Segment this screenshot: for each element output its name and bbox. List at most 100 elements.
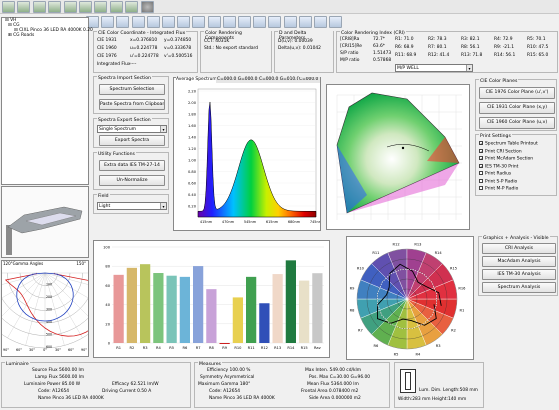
cie-coordinate-group: CIE Color Coordinate - Integrated Flux C… [93, 31, 198, 73]
sensor-icon[interactable] [109, 1, 123, 13]
sensor-icon[interactable] [48, 1, 62, 13]
color-wheel-panel: R1 R2 R3 R4 R5 R6 R7 R8 R9 R10 R11 R12 R13 R14 R15 R16 [346, 236, 474, 360]
image-icon[interactable] [131, 16, 145, 28]
document2-icon[interactable] [329, 16, 343, 28]
window-icon[interactable] [268, 16, 282, 28]
print-option[interactable]: ✓ Spectrum Table Printout [479, 141, 538, 148]
wheel-label: R2 [451, 329, 456, 333]
cri-group: Color Rendering Index (CRI) [CRI8]Ra 72.7… [336, 31, 558, 73]
spectrum-analysis-button[interactable]: Spectrum Analysis [482, 282, 556, 293]
print-checkbox[interactable] [479, 178, 483, 183]
document-icon[interactable] [314, 16, 327, 28]
graphics-title: Graphics + Analysis - Visible [482, 236, 550, 241]
print-option[interactable]: Print M-P Radio [479, 186, 518, 193]
print-option[interactable]: Print S-P Radio [479, 178, 517, 186]
unnormalize-button[interactable]: Un-Normalize [99, 175, 165, 186]
spectrum-ytick: 0.80 [188, 170, 197, 174]
cri-r-value: R12: 41.4 [428, 53, 450, 58]
print-checkbox[interactable] [479, 186, 483, 190]
sensor-icon[interactable] [17, 1, 31, 13]
file-tree[interactable]: ⊟ VH ⊟ CG ⊟ CIXL Pinco 36 LED RA 4000K 0… [1, 17, 93, 185]
cri-item-value: 63.6* [373, 44, 385, 49]
cie1960-plane-button[interactable]: CIE 1960 Color Plane (u,v) [479, 117, 555, 129]
cri-bar [166, 275, 177, 343]
print-checkbox[interactable] [479, 171, 483, 175]
cie1931-plane-button[interactable]: CIE 1931 Color Plane (x,y) [479, 102, 555, 114]
sensor-icon[interactable] [125, 1, 139, 13]
gear-icon[interactable] [146, 16, 160, 28]
cie1976-plane-button[interactable]: CIE 1976 Color Plane (u',v') [479, 87, 555, 99]
export-mode-select[interactable]: Single Spectrum ▾ [97, 125, 167, 133]
print-icon[interactable] [177, 16, 191, 28]
arrow-icon[interactable] [238, 16, 251, 28]
print-option[interactable]: Print Radius [479, 171, 511, 178]
print-option[interactable]: ✓ Print CRI Section [479, 148, 522, 156]
tab-c000-g[interactable]: C=000.0 G= [298, 77, 320, 83]
print-option[interactable]: ✓ Print McAdam Section [479, 156, 533, 163]
cri-bar [246, 276, 257, 343]
polar-diagram: 120°Gamma Angles 150° 600 500 400 300 200 100… [1, 260, 89, 357]
print-option-label: Print CRI Section [485, 149, 522, 154]
extra-data-button[interactable]: Extra data IES TM-27-14 [99, 160, 165, 171]
symmetry: Symmetry Asymmetrical [200, 375, 255, 380]
print-checkbox[interactable]: ✓ [479, 141, 483, 146]
wheel-label: R16 [458, 287, 466, 291]
polar-angle-label: 30° [55, 348, 61, 352]
cie-coordinate-title: CIE Color Coordinate - Integrated Flux [97, 31, 187, 36]
cri-analysis-button[interactable]: CRI Analysis [482, 243, 556, 254]
cri-bar [113, 274, 124, 343]
sensor-icon[interactable] [79, 1, 92, 13]
macadam-analysis-button[interactable]: MacAdam Analysis [482, 256, 556, 267]
driving-current: Driving Current 0.50 A [102, 389, 152, 394]
field-group: Field Light ▾ [93, 194, 169, 214]
spectrum-ytick: 0.20 [188, 205, 197, 209]
paste-spectra-button[interactable]: Paste Spectra from Clipboard [99, 99, 165, 110]
sensor-icon[interactable] [63, 1, 77, 13]
mp-mode-select[interactable]: M/P WELL ▾ [395, 64, 473, 72]
delta-parameters-group: D and Delta Parameters D(u,v): 0.00039 D… [274, 31, 334, 73]
bar-chart-icon[interactable] [116, 16, 130, 28]
print-checkbox[interactable]: ✓ [479, 156, 483, 161]
wheel-label: R4 [416, 352, 421, 356]
cri-category-label: R13 [274, 346, 281, 350]
tools-icon[interactable] [222, 16, 236, 28]
print-option[interactable]: ✓ IES TM-30 Print [479, 163, 518, 171]
chart2-icon[interactable] [283, 16, 297, 28]
polar-angle-label: 0° [43, 348, 47, 352]
field-title: Field [97, 194, 110, 199]
sensor-icon[interactable] [2, 1, 15, 13]
lamp-icon[interactable] [298, 16, 312, 28]
ies-tm30-analysis-button[interactable]: IES TM-30 Analysis [482, 269, 556, 280]
grid-icon[interactable] [207, 16, 221, 28]
camera-icon[interactable] [253, 16, 267, 28]
tab-c000-g000[interactable]: C=000.0 G=000.0 [216, 77, 259, 83]
tab-average-spectrum[interactable]: Average Spectrum [176, 77, 217, 83]
table-icon[interactable] [192, 16, 206, 28]
cri-bar [219, 343, 230, 344]
tab-c000-g010[interactable]: C=000.0 G=010.0 [258, 77, 301, 83]
delta-value: Delta(u,v): 0.01042 [278, 46, 321, 51]
spectrum-xtick: 745nm [310, 220, 320, 224]
cie-row-u: ---- [130, 62, 137, 67]
spectrum-ytick: 1.00 [188, 159, 197, 163]
tree-item-cg-roads[interactable]: ⊞ CG Roads [8, 33, 34, 39]
polar-plot: 60050040030020010090° 60° 30° 0° 30° 60° 90° [2, 272, 88, 352]
print-checkbox[interactable]: ✓ [479, 148, 483, 153]
polar-angle-label: 60° [16, 348, 22, 352]
color-icon[interactable] [162, 16, 175, 28]
sensor-icon[interactable] [94, 1, 108, 13]
stop-icon[interactable] [140, 1, 154, 13]
cri-category-label: R7 [196, 346, 201, 350]
spectrum-ytick: 1.40 [188, 136, 197, 140]
field-select[interactable]: Light ▾ [97, 202, 167, 210]
sensor-icon[interactable] [32, 1, 46, 13]
chart-icon[interactable] [101, 16, 115, 28]
print-checkbox[interactable]: ✓ [479, 163, 483, 168]
cri-bar-chart-panel: 100 80 60 40 20 0 R1 R2 R3 R4 R5 R6 R7 R8 R9 R10 R11 R12 R… [93, 240, 330, 358]
side-area: Side Area 0.000000 m2 [309, 396, 361, 401]
export-spectra-button[interactable]: Export Spectra [99, 135, 165, 146]
cri-category-label: R10 [234, 346, 242, 350]
measures-title: Measures [198, 362, 222, 367]
cri-bar [153, 273, 164, 343]
spectrum-selection-button[interactable]: Spectrum Selection [99, 84, 165, 95]
